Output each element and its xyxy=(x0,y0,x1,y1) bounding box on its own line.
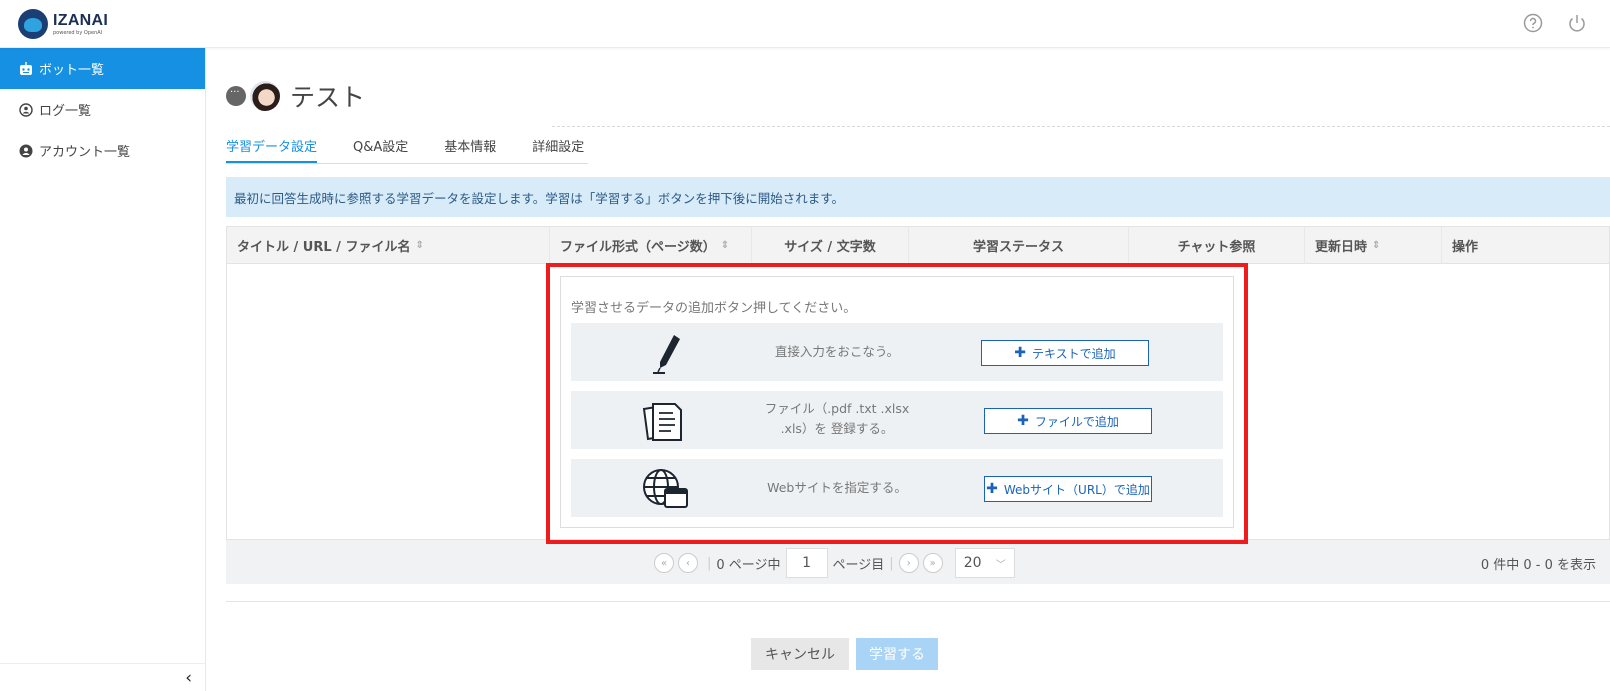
pagination-bar: « ‹ | 0 ページ中 1 ページ目 | › » 20 ﹀ 0 件中 0 - 0… xyxy=(226,539,1610,584)
plus-icon: ✚ xyxy=(1014,345,1027,361)
pen-icon xyxy=(641,331,691,375)
column-size: サイズ / 文字数 xyxy=(752,227,909,264)
plus-icon: ✚ xyxy=(986,481,998,497)
app-tagline: powered by OpenAI xyxy=(53,29,103,36)
sidebar-item-bots[interactable]: ボット一覧 xyxy=(0,48,205,89)
last-page-button[interactable]: » xyxy=(922,553,943,573)
tab-advanced-settings[interactable]: 詳細設定 xyxy=(532,136,584,163)
next-page-button[interactable]: › xyxy=(898,553,919,573)
page-size-select[interactable]: 20 ﹀ xyxy=(954,548,1015,578)
option-description: Webサイトを指定する。 xyxy=(767,480,907,495)
sidebar-collapse-button[interactable]: ‹ xyxy=(0,663,206,691)
chevron-left-icon: ‹ xyxy=(185,668,192,688)
footer-divider xyxy=(226,601,1610,602)
chat-bubble-icon xyxy=(226,86,246,106)
tab-qa-settings[interactable]: Q&A設定 xyxy=(353,136,408,163)
tab-training-data[interactable]: 学習データ設定 xyxy=(226,136,318,163)
add-file-button[interactable]: ✚ ファイルで追加 xyxy=(984,408,1152,434)
sort-icon: ⇕ xyxy=(415,240,424,251)
add-data-panel: 学習させるデータの追加ボタン押してください。 直接入力をおこなう。 ✚ テキストで… xyxy=(560,276,1234,528)
sidebar-item-logs[interactable]: ログ一覧 xyxy=(0,89,205,130)
empty-hint: 学習させるデータの追加ボタン押してください。 xyxy=(571,301,857,316)
sort-icon: ⇕ xyxy=(1372,240,1381,251)
column-updated[interactable]: 更新日時 ⇕ xyxy=(1305,227,1442,264)
tab-bar: 学習データ設定 Q&A設定 基本情報 詳細設定 xyxy=(226,136,589,164)
option-file-upload: ファイル（.pdf .txt .xlsx .xls）を 登録する。 ✚ ファイルで… xyxy=(571,391,1223,449)
cancel-button[interactable]: キャンセル xyxy=(751,638,849,670)
table-header: タイトル / URL / ファイル名 ⇕ ファイル形式（ページ数） ⇕ サイズ / … xyxy=(227,227,1609,264)
prev-page-button[interactable]: ‹ xyxy=(678,553,698,573)
column-title[interactable]: タイトル / URL / ファイル名 ⇕ xyxy=(227,227,550,264)
info-notice: 最初に回答生成時に参照する学習データを設定します。学習は「学習する」ボタンを押下… xyxy=(226,177,1610,217)
page-number-input[interactable]: 1 xyxy=(785,548,828,578)
option-description: ファイル（.pdf .txt .xlsx .xls）を 登録する。 xyxy=(764,401,910,436)
log-icon xyxy=(19,102,33,117)
option-website: Webサイトを指定する。 ✚ Webサイト（URL）で追加 xyxy=(571,459,1223,517)
column-actions: 操作 xyxy=(1452,240,1479,255)
app-name: IZANAI xyxy=(53,11,109,29)
sort-icon: ⇕ xyxy=(720,240,730,251)
sidebar-item-label: アカウント一覧 xyxy=(39,145,131,160)
learn-button[interactable]: 学習する xyxy=(856,638,938,670)
bot-avatar xyxy=(250,81,280,111)
tab-basic-info[interactable]: 基本情報 xyxy=(444,136,496,163)
column-file-format[interactable]: ファイル形式（ページ数） ⇕ xyxy=(550,227,752,264)
result-summary: 0 件中 0 - 0 を表示 xyxy=(1480,558,1596,573)
sidebar-item-label: ログ一覧 xyxy=(39,104,92,119)
column-chat-reference: チャット参照 xyxy=(1129,227,1305,264)
plus-icon: ✚ xyxy=(1017,413,1029,429)
power-icon[interactable] xyxy=(1566,12,1588,34)
sidebar-item-accounts[interactable]: アカウント一覧 xyxy=(0,130,205,171)
help-circle-icon[interactable] xyxy=(1522,12,1544,34)
first-page-button[interactable]: « xyxy=(654,553,674,573)
sidebar: ボット一覧 ログ一覧 アカウント一覧 ‹ xyxy=(0,48,206,691)
option-description: 直接入力をおこなう。 xyxy=(774,344,900,359)
top-bar: IZANAI powered by OpenAI xyxy=(0,0,1610,48)
account-icon xyxy=(19,144,33,158)
add-text-button[interactable]: ✚ テキストで追加 xyxy=(981,340,1149,366)
sidebar-item-label: ボット一覧 xyxy=(39,63,105,78)
documents-icon xyxy=(641,399,691,443)
globe-window-icon xyxy=(641,467,691,511)
option-text-input: 直接入力をおこなう。 ✚ テキストで追加 xyxy=(571,323,1223,381)
page-count-label: 0 ページ中 xyxy=(716,557,781,573)
page-suffix-label: ページ目 xyxy=(832,557,885,573)
page-header: テスト xyxy=(226,78,365,114)
header-divider xyxy=(552,126,1610,127)
app-logo[interactable]: IZANAI powered by OpenAI xyxy=(18,9,108,39)
add-website-button[interactable]: ✚ Webサイト（URL）で追加 xyxy=(984,476,1152,502)
column-status: 学習ステータス xyxy=(909,227,1129,264)
logo-mark-icon xyxy=(18,9,48,39)
chevron-down-icon: ﹀ xyxy=(995,559,1006,571)
page-title: テスト xyxy=(290,83,366,112)
bot-icon xyxy=(19,61,33,76)
